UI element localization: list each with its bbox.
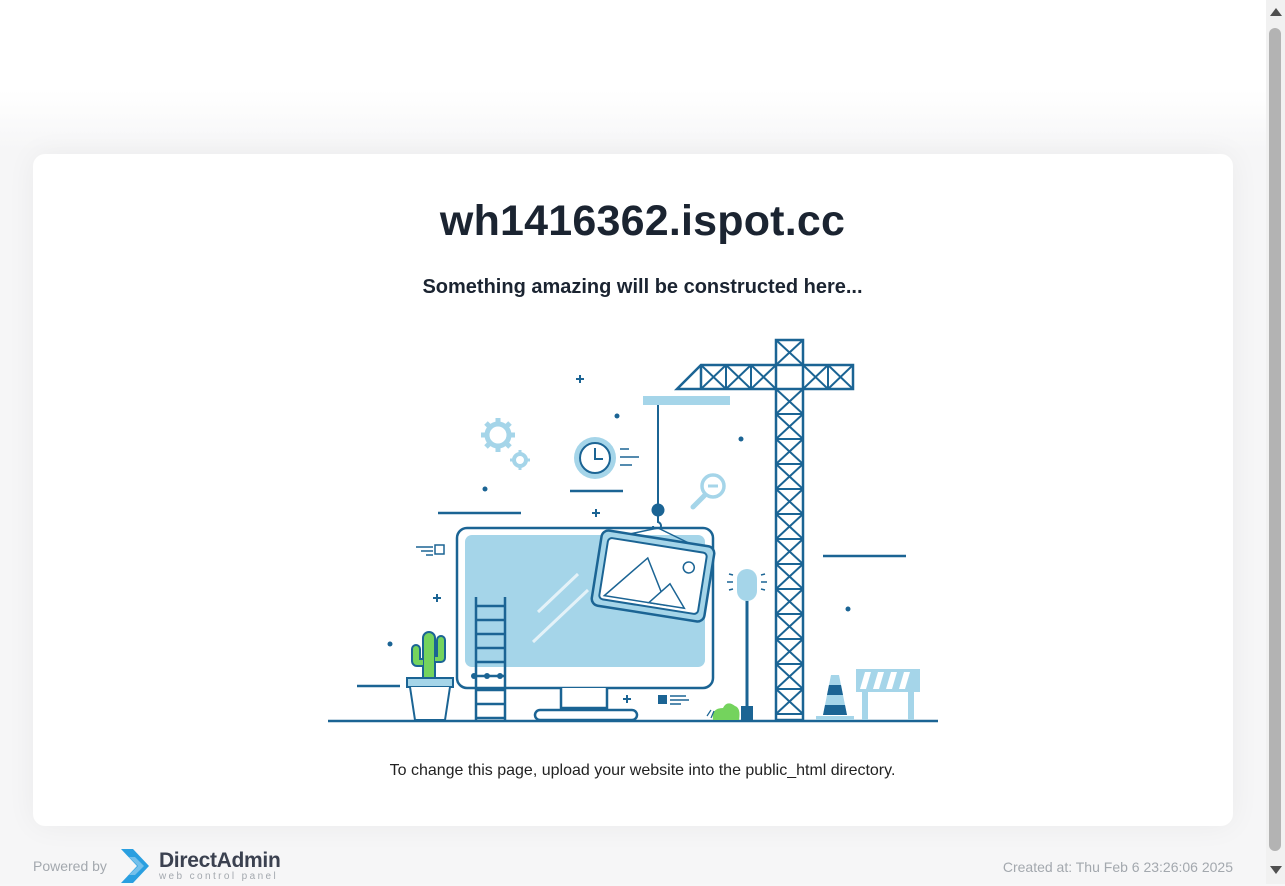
tagline: Something amazing will be constructed he… xyxy=(422,276,863,298)
crane-hook xyxy=(643,396,730,531)
scrollbar-thumb[interactable] xyxy=(1269,28,1281,851)
scroll-up-arrow-icon[interactable] xyxy=(1270,8,1282,16)
gear-icon xyxy=(481,418,530,470)
magnifier-icon xyxy=(690,473,726,510)
created-at-timestamp: Created at: Thu Feb 6 23:26:06 2025 xyxy=(1002,859,1233,875)
directadmin-chevron-icon xyxy=(120,849,149,883)
upload-hint: To change this page, upload your website… xyxy=(389,762,896,779)
traffic-cone-icon xyxy=(816,675,854,720)
bottom-lines-icon xyxy=(658,695,689,705)
cactus-icon xyxy=(406,631,454,721)
left-lines-icon xyxy=(416,544,445,556)
directadmin-logo-link[interactable]: DirectAdmin web control panel xyxy=(119,847,281,885)
content-card xyxy=(33,154,1233,826)
powered-by-label: Powered by xyxy=(33,858,107,874)
barrier-icon xyxy=(856,669,920,720)
scroll-down-arrow-icon[interactable] xyxy=(1270,866,1282,874)
vertical-scrollbar[interactable] xyxy=(1266,0,1285,884)
monitor-dots xyxy=(471,673,503,679)
under-construction-illustration xyxy=(328,338,938,723)
site-title: wh1416362.ispot.cc xyxy=(439,197,846,245)
footer-powered-by: Powered by DirectAdmin web control panel xyxy=(33,846,281,886)
directadmin-subtitle: web control panel xyxy=(158,871,279,882)
directadmin-brand: DirectAdmin xyxy=(158,849,281,872)
clock-icon xyxy=(574,437,639,479)
lamp-icon xyxy=(706,569,767,720)
